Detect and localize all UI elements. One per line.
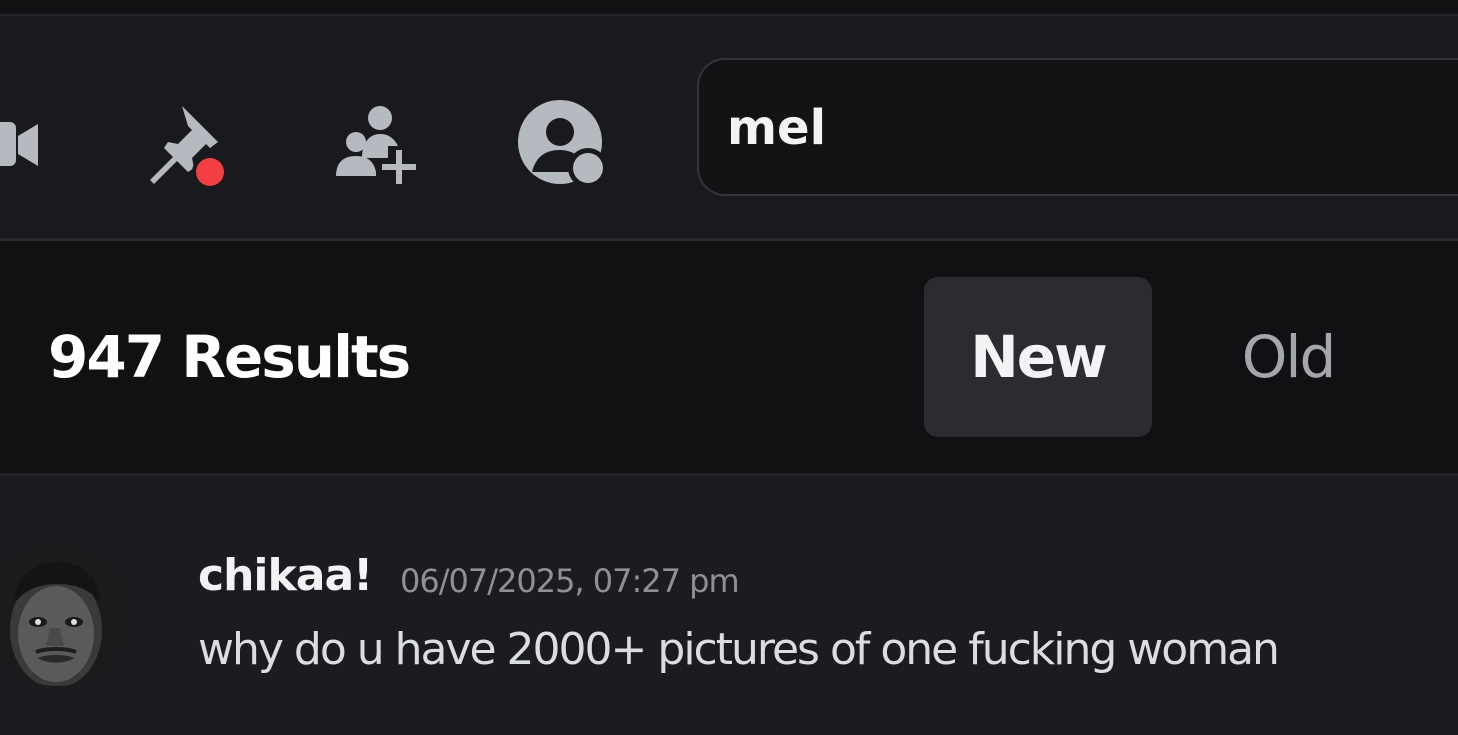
avatar[interactable]	[0, 544, 128, 686]
search-result-message[interactable]: chikaa! 06/07/2025, 07:27 pm why do u ha…	[0, 476, 1458, 735]
results-count: 947 Results	[48, 323, 411, 391]
video-camera-icon[interactable]	[0, 96, 60, 196]
user-profile-icon[interactable]	[514, 96, 614, 196]
sort-tab-old[interactable]: Old	[1218, 277, 1358, 437]
search-field[interactable]	[697, 58, 1458, 196]
message-timestamp: 06/07/2025, 07:27 pm	[400, 562, 740, 600]
message-content: why do u have 2000+ pictures of one fuck…	[198, 624, 1280, 675]
channel-toolbar	[0, 16, 1458, 241]
sort-tab-new[interactable]: New	[924, 277, 1152, 437]
message-author[interactable]: chikaa!	[198, 550, 373, 601]
unread-badge	[196, 158, 224, 186]
search-results-panel: 947 Results New Old chikaa! 06/07/2025, …	[0, 0, 1458, 735]
top-edge	[0, 0, 1458, 16]
results-header: 947 Results New Old	[0, 241, 1458, 476]
search-input[interactable]	[727, 88, 1427, 168]
add-friends-to-dm-icon[interactable]	[326, 96, 426, 196]
pinned-messages-icon[interactable]	[140, 96, 240, 196]
